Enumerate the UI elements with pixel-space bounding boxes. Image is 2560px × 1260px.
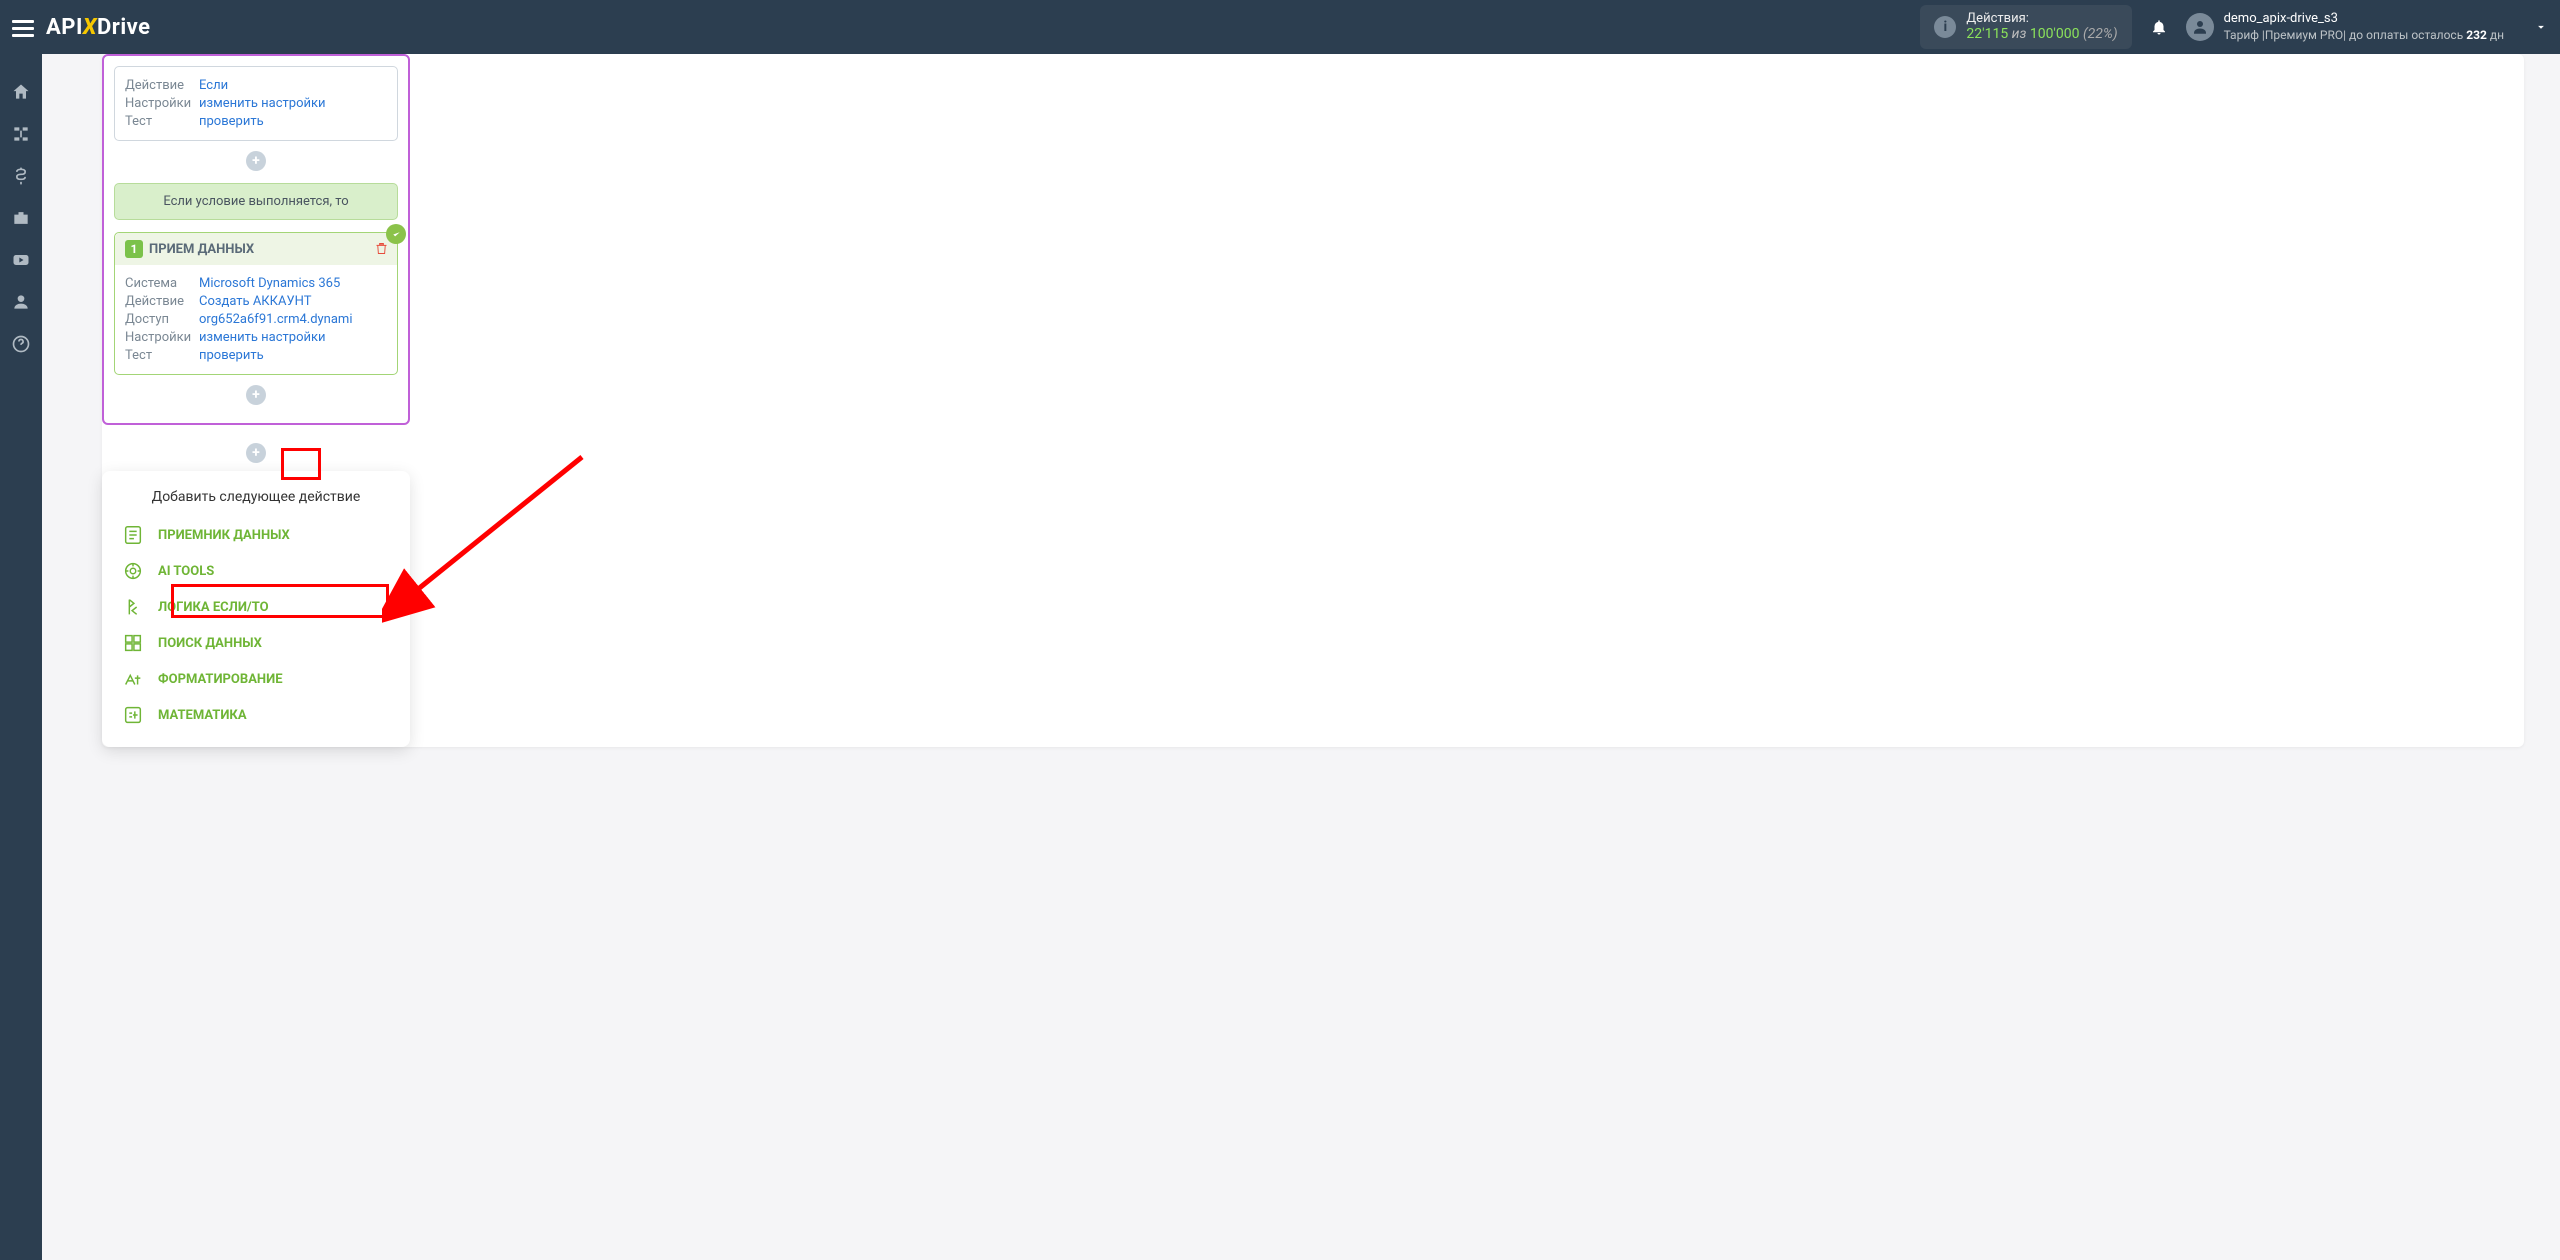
row-value[interactable]: Microsoft Dynamics 365: [199, 276, 340, 291]
row-label: Система: [125, 276, 199, 291]
condition-bar: Если условие выполняется, то: [114, 183, 398, 220]
row-label: Настройки: [125, 330, 199, 345]
popup-icon: [122, 704, 144, 726]
popup-icon: [122, 632, 144, 654]
user-icon[interactable]: [11, 292, 31, 312]
add-action-popup: Добавить следующее действие ПРИЕМНИК ДАН…: [102, 471, 410, 747]
dollar-icon[interactable]: [11, 166, 31, 186]
row-value[interactable]: проверить: [199, 114, 264, 129]
content: ДействиеЕслиНастройкиизменить настройкиТ…: [42, 54, 2560, 1260]
condition-group: ДействиеЕслиНастройкиизменить настройкиТ…: [102, 54, 410, 425]
row-label: Тест: [125, 114, 199, 129]
menu-toggle[interactable]: [12, 16, 34, 38]
row-label: Доступ: [125, 312, 199, 327]
row-value[interactable]: изменить настройки: [199, 96, 326, 111]
popup-icon: [122, 560, 144, 582]
youtube-icon[interactable]: [11, 250, 31, 270]
popup-title: Добавить следующее действие: [102, 489, 410, 505]
connections-icon[interactable]: [11, 124, 31, 144]
add-step-outer[interactable]: +: [246, 443, 266, 463]
popup-item-0[interactable]: ПРИЕМНИК ДАННЫХ: [102, 517, 410, 553]
row-label: Настройки: [125, 96, 199, 111]
row-value[interactable]: org652a6f91.crm4.dynami: [199, 312, 353, 327]
popup-icon: [122, 524, 144, 546]
step-header: 1 ПРИЕМ ДАННЫХ: [115, 233, 397, 265]
flow-column: ДействиеЕслиНастройкиизменить настройкиТ…: [102, 54, 410, 747]
help-icon[interactable]: [11, 334, 31, 354]
topbar: APIXDrive i Действия: 22'115 из 100'000 …: [0, 0, 2560, 54]
avatar[interactable]: [2186, 13, 2214, 41]
row-label: Действие: [125, 78, 199, 93]
logo[interactable]: APIXDrive: [46, 15, 151, 40]
row-value[interactable]: изменить настройки: [199, 330, 326, 345]
briefcase-icon[interactable]: [11, 208, 31, 228]
row-label: Тест: [125, 348, 199, 363]
row-value[interactable]: Создать АККАУНТ: [199, 294, 312, 309]
popup-icon: [122, 668, 144, 690]
popup-item-1[interactable]: AI TOOLS: [102, 553, 410, 589]
user-block[interactable]: demo_apix-drive_s3 Тариф |Премиум PRO| д…: [2224, 11, 2504, 43]
popup-item-2[interactable]: ЛОГИКА ЕСЛИ/ТО: [102, 589, 410, 625]
popup-item-3[interactable]: ПОИСК ДАННЫХ: [102, 625, 410, 661]
row-label: Действие: [125, 294, 199, 309]
delete-icon[interactable]: [374, 241, 389, 256]
row-value[interactable]: проверить: [199, 348, 264, 363]
row-value[interactable]: Если: [199, 78, 228, 93]
popup-icon: [122, 596, 144, 618]
home-icon[interactable]: [11, 82, 31, 102]
popup-item-4[interactable]: ФОРМАТИРОВАНИЕ: [102, 661, 410, 697]
check-icon: [386, 224, 406, 244]
canvas: ДействиеЕслиНастройкиизменить настройкиТ…: [102, 54, 2524, 747]
add-step-inner-2[interactable]: +: [246, 385, 266, 405]
sidebar: [0, 54, 42, 1260]
actions-usage[interactable]: i Действия: 22'115 из 100'000 (22%): [1920, 5, 2131, 49]
add-step-inner[interactable]: +: [246, 151, 266, 171]
bell-icon[interactable]: [2150, 18, 2168, 36]
info-icon: i: [1934, 16, 1956, 38]
step-if-card: ДействиеЕслиНастройкиизменить настройкиТ…: [114, 66, 398, 141]
step-receiver-card: 1 ПРИЕМ ДАННЫХ СистемаMicrosoft Dynamics…: [114, 232, 398, 375]
chevron-down-icon[interactable]: [2534, 20, 2548, 34]
popup-item-5[interactable]: МАТЕМАТИКА: [102, 697, 410, 733]
